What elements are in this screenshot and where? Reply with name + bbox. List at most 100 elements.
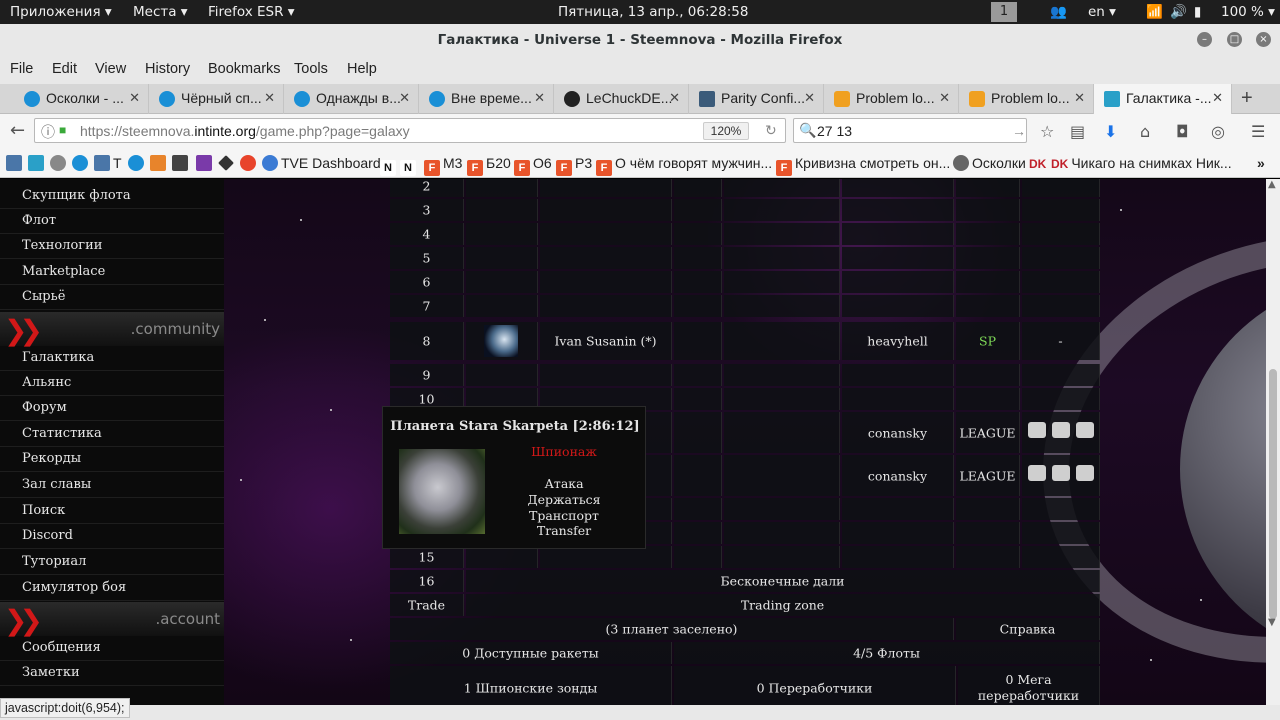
planet-name-cell[interactable]: Ivan Susanin (*) bbox=[540, 322, 672, 360]
sidebar-item-search[interactable]: Поиск bbox=[0, 499, 224, 524]
trade-cell[interactable]: Trade bbox=[390, 594, 464, 616]
extension-icon[interactable]: ◎ bbox=[1211, 122, 1225, 141]
tab-close-icon[interactable]: ✕ bbox=[129, 90, 140, 106]
bookmark[interactable]: Осколки bbox=[953, 155, 1026, 171]
maximize-icon[interactable]: □ bbox=[1227, 32, 1242, 47]
bookmark[interactable]: T bbox=[94, 155, 122, 171]
player-cell[interactable]: conansky bbox=[842, 455, 954, 496]
transport-link[interactable]: Транспорт bbox=[493, 508, 635, 523]
menu-view[interactable]: View bbox=[95, 61, 126, 77]
tab[interactable]: Чёрный сп... ✕ bbox=[149, 84, 284, 114]
transfer-link[interactable]: Transfer bbox=[493, 523, 635, 538]
bookmark[interactable]: DK bbox=[1029, 155, 1049, 171]
applications-menu[interactable]: Приложения ▾ bbox=[10, 4, 112, 20]
sidebar-item-battle-simulator[interactable]: Симулятор боя bbox=[0, 576, 224, 601]
sidebar-item-fleet[interactable]: Флот bbox=[0, 209, 224, 234]
tab-close-icon[interactable]: ✕ bbox=[669, 90, 680, 106]
sidebar-item-records[interactable]: Рекорды bbox=[0, 447, 224, 472]
bookmark-star-icon[interactable]: ☆ bbox=[1040, 122, 1054, 141]
buddy-icon[interactable] bbox=[1076, 422, 1094, 438]
menu-edit[interactable]: Edit bbox=[52, 61, 77, 77]
message-icon[interactable] bbox=[1052, 465, 1070, 481]
bookmark[interactable]: FО чём говорят мужчин... bbox=[596, 155, 772, 176]
bookmark[interactable]: F Б20 bbox=[467, 155, 511, 176]
sidebar-item-alliance[interactable]: Альянс bbox=[0, 371, 224, 396]
expedition-cell[interactable]: Бесконечные дали bbox=[466, 570, 1100, 592]
sidebar-item-discord[interactable]: Discord bbox=[0, 524, 224, 549]
tab-close-icon[interactable]: ✕ bbox=[399, 90, 410, 106]
workspace-indicator[interactable]: 1 bbox=[991, 2, 1017, 22]
battery-icon[interactable]: ▮ bbox=[1194, 4, 1201, 20]
menu-tools[interactable]: Tools bbox=[294, 61, 328, 77]
scroll-down-icon[interactable]: ▼ bbox=[1268, 617, 1276, 628]
wifi-icon[interactable]: 📶 bbox=[1146, 4, 1163, 20]
pocket-icon[interactable]: ◘ bbox=[1176, 122, 1189, 141]
menu-bookmarks[interactable]: Bookmarks bbox=[208, 61, 281, 77]
actions-cell[interactable]: - bbox=[1022, 322, 1100, 360]
places-menu[interactable]: Места ▾ bbox=[133, 4, 188, 20]
menu-file[interactable]: File bbox=[10, 61, 33, 77]
spy-icon[interactable] bbox=[1028, 422, 1046, 438]
buddy-icon[interactable] bbox=[1076, 465, 1094, 481]
hamburger-menu-icon[interactable]: ☰ bbox=[1251, 122, 1265, 141]
bookmark[interactable] bbox=[218, 155, 237, 171]
search-box[interactable]: 🔍 27 13 → bbox=[793, 118, 1027, 143]
espionage-link[interactable]: Шпионаж bbox=[493, 444, 635, 459]
sidebar-item-galaxy[interactable]: Галактика bbox=[0, 346, 224, 371]
tab[interactable]: Problem lo... ✕ bbox=[959, 84, 1094, 114]
battery-percent[interactable]: 100 % ▾ bbox=[1221, 4, 1275, 20]
bookmark[interactable]: F Р3 bbox=[556, 155, 592, 176]
page-scrollbar[interactable]: ▲ ▼ bbox=[1266, 179, 1280, 705]
tab[interactable]: Вне време... ✕ bbox=[419, 84, 554, 114]
back-icon[interactable]: ← bbox=[10, 120, 25, 141]
tab-close-icon[interactable]: ✕ bbox=[534, 90, 545, 106]
trading-zone-cell[interactable]: Trading zone bbox=[466, 594, 1100, 616]
sidebar-item-notes[interactable]: Заметки bbox=[0, 661, 224, 686]
bookmark[interactable] bbox=[240, 155, 259, 171]
bookmark[interactable]: N bbox=[400, 155, 419, 176]
tab-close-icon[interactable]: ✕ bbox=[939, 90, 950, 106]
tab-close-icon[interactable]: ✕ bbox=[1074, 90, 1085, 106]
reader-list-icon[interactable]: ▤ bbox=[1070, 122, 1085, 141]
scroll-up-icon[interactable]: ▲ bbox=[1268, 179, 1276, 190]
attack-link[interactable]: Атака bbox=[493, 476, 635, 491]
vk-bookmark-icon[interactable] bbox=[6, 155, 25, 171]
player-cell[interactable]: heavyhell bbox=[842, 322, 954, 360]
sidebar-item-fleet-dealer[interactable]: Скупщик флота bbox=[0, 184, 224, 209]
bookmark[interactable]: F О6 bbox=[514, 155, 552, 176]
tab-close-icon[interactable]: ✕ bbox=[264, 90, 275, 106]
bookmarks-overflow-icon[interactable]: » bbox=[1257, 155, 1265, 171]
volume-icon[interactable]: 🔊 bbox=[1170, 4, 1187, 20]
search-go-icon[interactable]: → bbox=[1012, 123, 1026, 139]
bookmark[interactable] bbox=[196, 155, 215, 171]
bookmark[interactable]: N bbox=[380, 155, 399, 176]
sidebar-item-forum[interactable]: Форум bbox=[0, 396, 224, 421]
tab-close-icon[interactable]: ✕ bbox=[804, 90, 815, 106]
sidebar-item-hall-of-fame[interactable]: Зал славы bbox=[0, 473, 224, 498]
url-bar[interactable]: ⓘ ■ https://steemnova.intinte.org/game.p… bbox=[34, 118, 786, 143]
bookmark[interactable]: F Кривизна смотреть он... bbox=[776, 155, 950, 176]
search-input[interactable]: 27 13 bbox=[817, 123, 852, 139]
sidebar-item-marketplace[interactable]: Marketplace bbox=[0, 260, 224, 285]
sidebar-item-statistics[interactable]: Статистика bbox=[0, 422, 224, 447]
bookmark[interactable] bbox=[28, 155, 47, 171]
bookmark[interactable]: F М3 bbox=[424, 155, 462, 176]
menu-history[interactable]: History bbox=[145, 61, 190, 77]
sidebar-item-tutorial[interactable]: Туториал bbox=[0, 550, 224, 575]
bookmark[interactable] bbox=[128, 155, 147, 171]
tab[interactable]: Однажды в... ✕ bbox=[284, 84, 419, 114]
tab[interactable]: Problem lo... ✕ bbox=[824, 84, 959, 114]
spy-icon[interactable] bbox=[1028, 465, 1046, 481]
sidebar-item-messages[interactable]: Сообщения bbox=[0, 636, 224, 661]
url-text[interactable]: https://steemnova.intinte.org/game.php?p… bbox=[80, 123, 410, 139]
scrollbar-thumb[interactable] bbox=[1269, 369, 1277, 619]
player-cell[interactable]: conansky bbox=[842, 412, 954, 453]
alliance-cell[interactable]: SP bbox=[956, 322, 1020, 360]
bookmark[interactable] bbox=[50, 155, 69, 171]
tab[interactable]: LeChuckDE... ✕ bbox=[554, 84, 689, 114]
new-tab-icon[interactable]: + bbox=[1241, 87, 1253, 110]
minimize-icon[interactable]: – bbox=[1197, 32, 1212, 47]
zoom-level[interactable]: 120% bbox=[703, 122, 749, 140]
alliance-cell[interactable]: LEAGUE bbox=[956, 412, 1020, 453]
lock-icon[interactable]: ■ bbox=[59, 123, 66, 137]
